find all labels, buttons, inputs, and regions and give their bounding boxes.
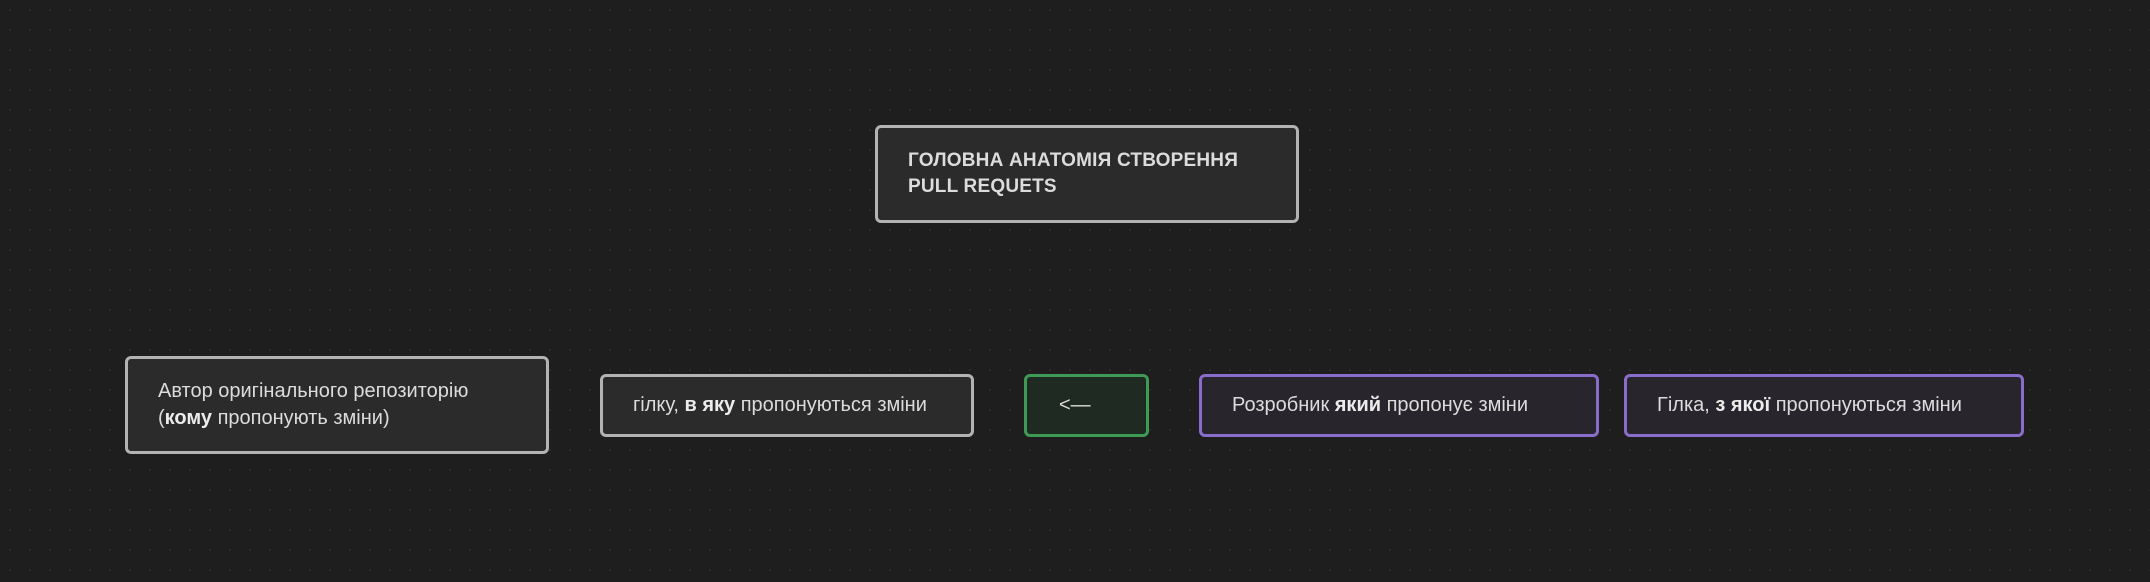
repo-owner-line-1: Автор оригінального репозиторію [158,380,469,402]
repo-owner-suffix: пропонують зміни) [212,407,390,429]
title-text: ГОЛОВНА АНАТОМІЯ СТВОРЕННЯ PULL REQUETS [908,148,1238,199]
source-branch-text: Гілка, з якої пропонуються зміни [1657,392,1962,419]
source-branch-suffix: пропонуються зміни [1770,394,1962,416]
target-branch-suffix: пропонуються зміни [735,394,927,416]
target-branch-prefix: гілку, [633,394,685,416]
arrow-node[interactable]: <— [1024,374,1149,437]
target-branch-node[interactable]: гілку, в яку пропонуються зміни [600,374,974,437]
title-node[interactable]: ГОЛОВНА АНАТОМІЯ СТВОРЕННЯ PULL REQUETS [875,125,1299,223]
arrow-label: <— [1059,394,1091,416]
developer-bold: який [1334,394,1382,416]
repo-owner-node[interactable]: Автор оригінального репозиторію (кому пр… [125,356,549,454]
repo-owner-bold: кому [164,407,213,429]
title-line-1: ГОЛОВНА АНАТОМІЯ СТВОРЕННЯ [908,150,1239,172]
repo-owner-text: Автор оригінального репозиторію (кому пр… [158,378,468,432]
target-branch-text: гілку, в яку пропонуються зміни [633,392,927,419]
developer-suffix: пропонує зміни [1381,394,1529,416]
source-branch-bold: з якої [1715,394,1771,416]
target-branch-bold: в яку [684,394,736,416]
repo-owner-prefix: ( [158,407,165,429]
developer-text: Розробник який пропонує зміни [1232,392,1528,419]
source-branch-prefix: Гілка, [1657,394,1716,416]
developer-prefix: Розробник [1232,394,1335,416]
diagram-canvas: ГОЛОВНА АНАТОМІЯ СТВОРЕННЯ PULL REQUETS … [0,0,2150,582]
developer-node[interactable]: Розробник який пропонує зміни [1199,374,1599,437]
source-branch-node[interactable]: Гілка, з якої пропонуються зміни [1624,374,2024,437]
title-line-2: PULL REQUETS [908,176,1057,197]
repo-owner-line-2: (кому пропонують зміни) [158,405,468,432]
